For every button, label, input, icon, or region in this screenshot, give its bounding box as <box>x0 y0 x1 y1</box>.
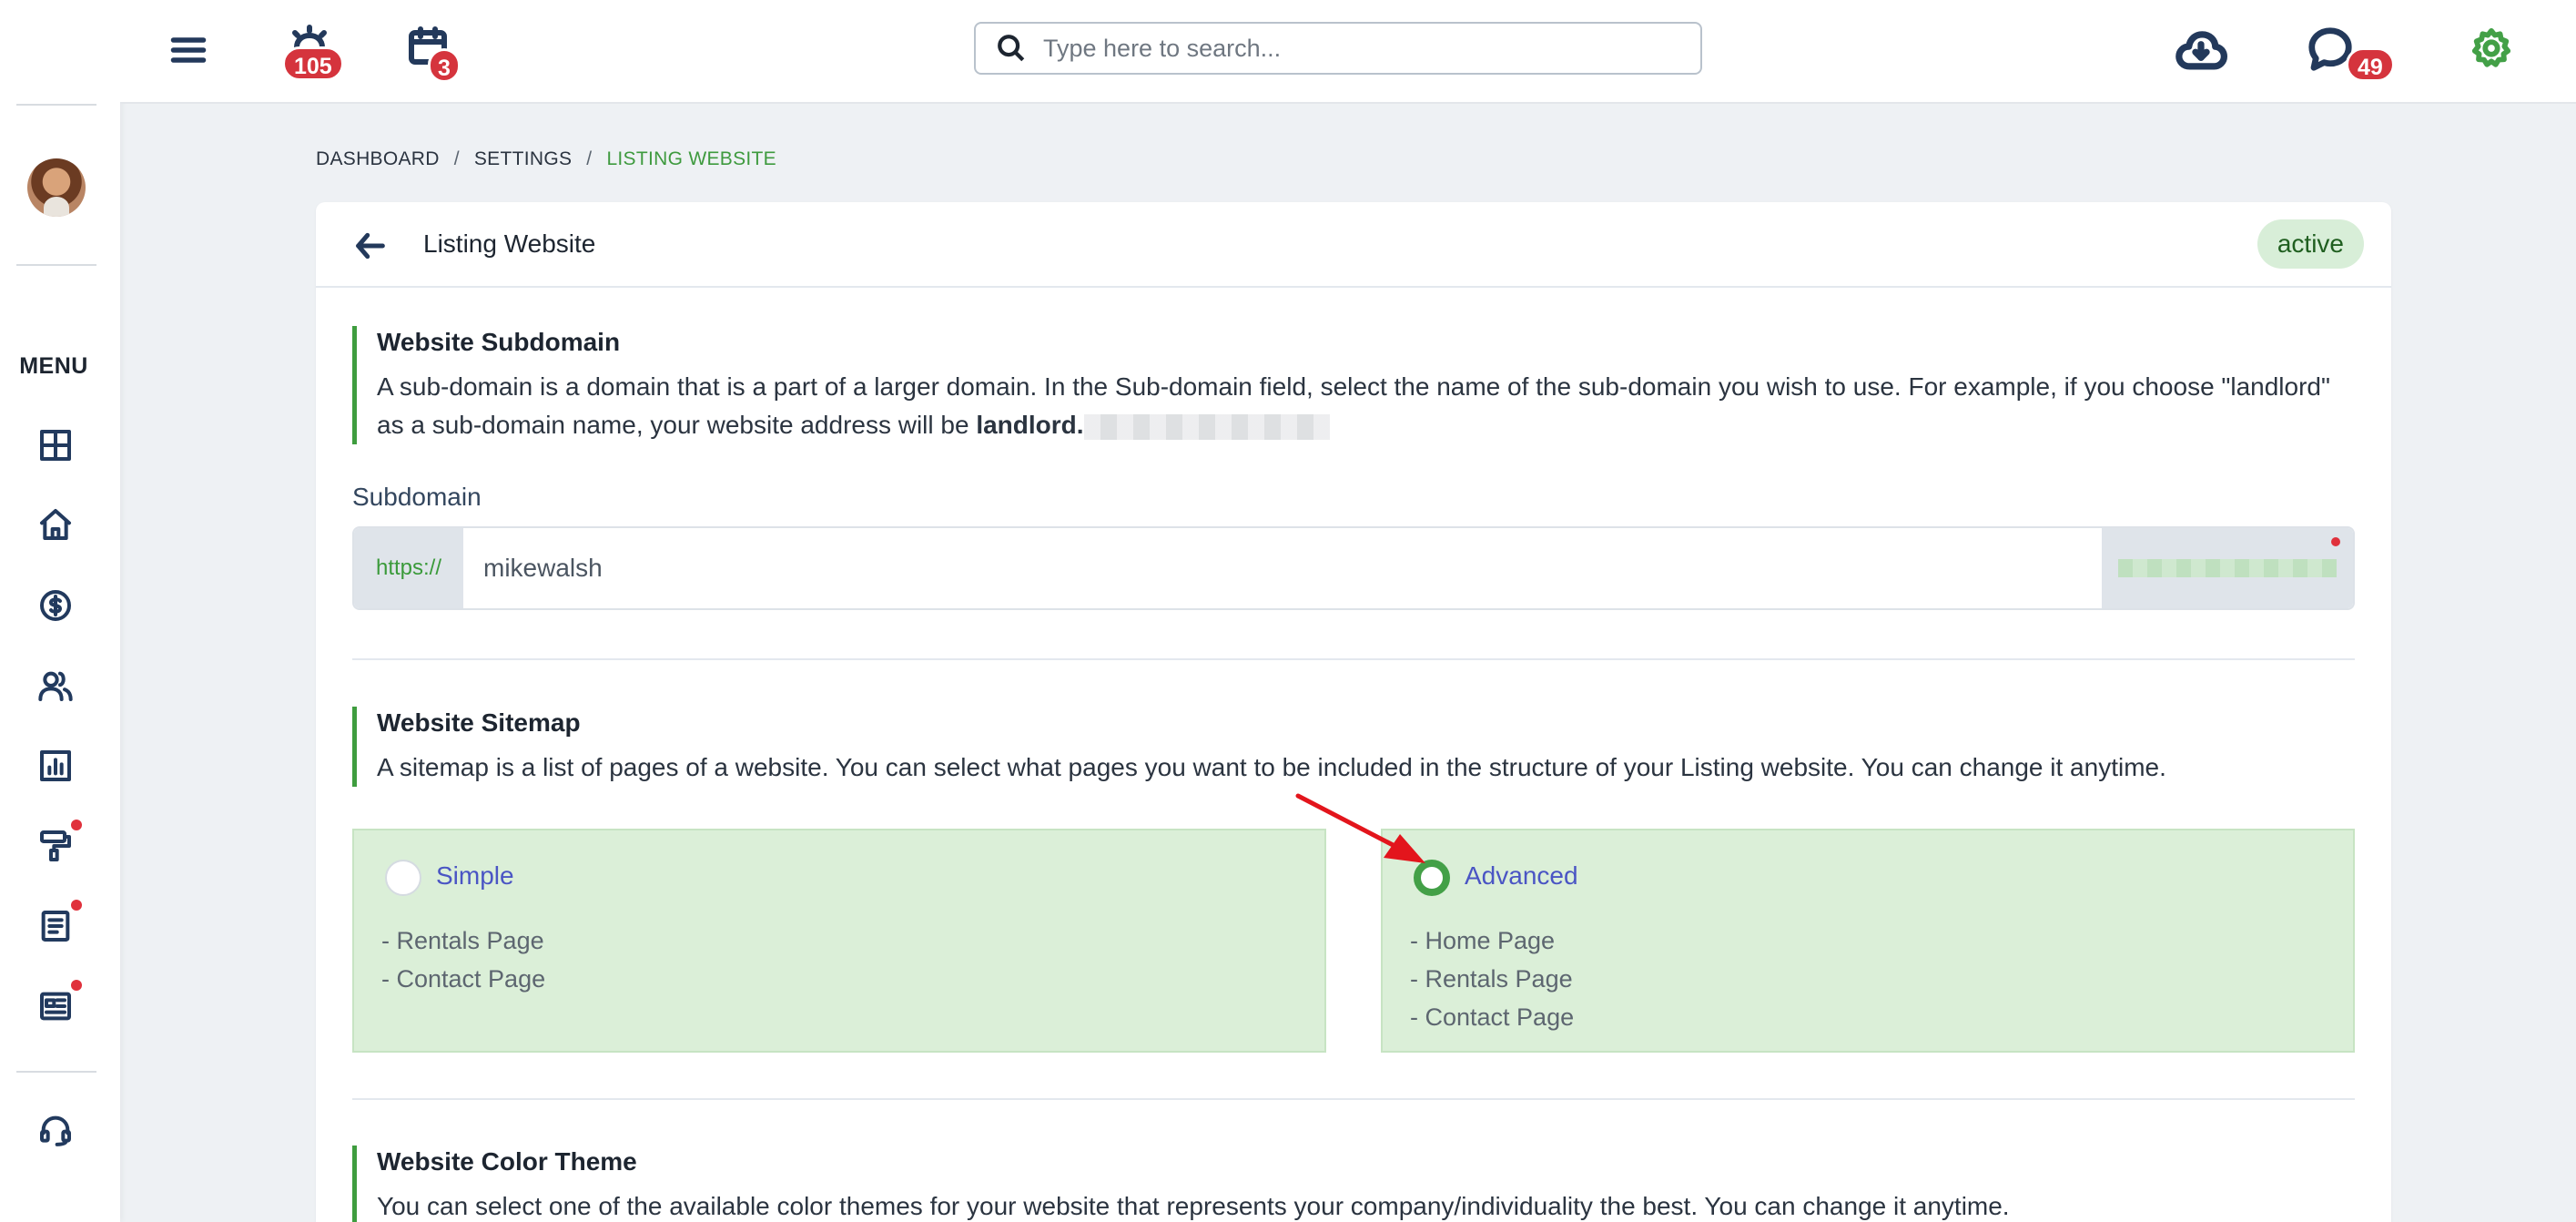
breadcrumb-separator: / <box>453 148 460 169</box>
top-bar: 105 3 49 <box>120 0 2576 104</box>
page-list-item: - Rentals Page <box>1410 965 1573 993</box>
sitemap-section-description: A sitemap is a list of pages of a websit… <box>377 753 2166 781</box>
section-divider <box>352 1098 2355 1100</box>
newspaper-icon[interactable] <box>35 985 76 1027</box>
simple-page-list: - Rentals Page - Contact Page <box>381 922 545 998</box>
blurred-domain-suffix <box>2118 559 2337 577</box>
advanced-page-list: - Home Page - Rentals Page - Contact Pag… <box>1410 922 1574 1036</box>
sidebar-divider <box>16 264 96 266</box>
breadcrumb-dashboard[interactable]: DASHBOARD <box>316 148 440 170</box>
sitemap-section-title: Website Sitemap <box>377 708 581 737</box>
color-theme-section-title: Website Color Theme <box>377 1147 637 1176</box>
breadcrumb-current: LISTING WEBSITE <box>606 148 776 169</box>
sitemap-option-simple[interactable]: Simple - Rentals Page - Contact Page <box>352 829 1326 1053</box>
subdomain-input-group: https:// <box>352 526 2355 610</box>
page-list-item: - Rentals Page <box>381 927 544 954</box>
dollar-icon[interactable] <box>35 585 76 626</box>
color-theme-section: Website Color Theme You can select one o… <box>352 1146 2355 1222</box>
sitemap-section: Website Sitemap A sitemap is a list of p… <box>352 707 2355 787</box>
simple-option-label[interactable]: Simple <box>436 861 514 891</box>
chat-badge: 49 <box>2346 47 2395 82</box>
settings-gear-icon[interactable] <box>2469 25 2514 71</box>
subdomain-desc-text: A sub-domain is a domain that is a part … <box>377 372 2330 439</box>
notification-dot <box>71 980 82 991</box>
paint-roller-icon[interactable] <box>35 825 76 867</box>
page-list-item: - Contact Page <box>381 965 546 993</box>
notification-dot <box>71 900 82 911</box>
page-list-item: - Contact Page <box>1410 1003 1575 1031</box>
subdomain-input[interactable] <box>463 528 2102 608</box>
notification-dot <box>2331 537 2340 546</box>
sidebar-divider <box>16 104 96 106</box>
domain-suffix <box>2102 528 2353 608</box>
chart-icon[interactable] <box>35 745 76 787</box>
sitemap-option-advanced[interactable]: Advanced - Home Page - Rentals Page - Co… <box>1381 829 2355 1053</box>
notification-dot <box>71 820 82 830</box>
status-badge: active <box>2257 219 2364 269</box>
search-bar[interactable] <box>974 22 1702 75</box>
page-list-item: - Home Page <box>1410 927 1556 954</box>
subdomain-section-description: A sub-domain is a domain that is a part … <box>377 368 2355 444</box>
search-icon <box>998 35 1025 62</box>
advanced-option-label[interactable]: Advanced <box>1465 861 1578 891</box>
subdomain-section-title: Website Subdomain <box>377 328 621 356</box>
breadcrumb-settings[interactable]: SETTINGS <box>474 148 572 170</box>
breadcrumb-separator: / <box>586 148 593 169</box>
back-arrow-icon[interactable] <box>352 228 389 264</box>
subdomain-prefix: https:// <box>354 528 463 608</box>
subdomain-label: Subdomain <box>352 483 482 511</box>
color-theme-section-description: You can select one of the available colo… <box>377 1192 2010 1220</box>
simple-radio[interactable] <box>385 860 421 896</box>
subdomain-example: landlord. <box>976 411 1084 439</box>
listing-website-card: Listing Website active Website Subdomain… <box>316 202 2391 1222</box>
headset-icon[interactable] <box>35 1109 76 1151</box>
home-icon[interactable] <box>35 504 76 545</box>
hamburger-menu-icon[interactable] <box>166 27 211 73</box>
avatar[interactable] <box>27 158 86 217</box>
blurred-domain <box>1083 413 1330 440</box>
breadcrumb: DASHBOARD / SETTINGS / LISTING WEBSITE <box>316 148 776 170</box>
alarm-badge: 105 <box>282 46 344 81</box>
search-input[interactable] <box>1043 34 1680 63</box>
card-header: Listing Website active <box>316 202 2391 288</box>
users-icon[interactable] <box>35 665 76 707</box>
dashboard-icon[interactable] <box>35 424 76 466</box>
section-divider <box>352 658 2355 660</box>
cloud-download-icon[interactable] <box>2172 22 2230 80</box>
sidebar: MENU <box>0 0 120 1222</box>
subdomain-section: Website Subdomain A sub-domain is a doma… <box>352 326 2355 444</box>
sidebar-divider <box>16 1071 96 1073</box>
page-title: Listing Website <box>423 229 596 258</box>
calendar-badge: 3 <box>428 48 461 83</box>
annotation-arrow-icon <box>1295 793 1425 863</box>
document-icon[interactable] <box>35 905 76 947</box>
menu-label: MENU <box>19 353 88 379</box>
